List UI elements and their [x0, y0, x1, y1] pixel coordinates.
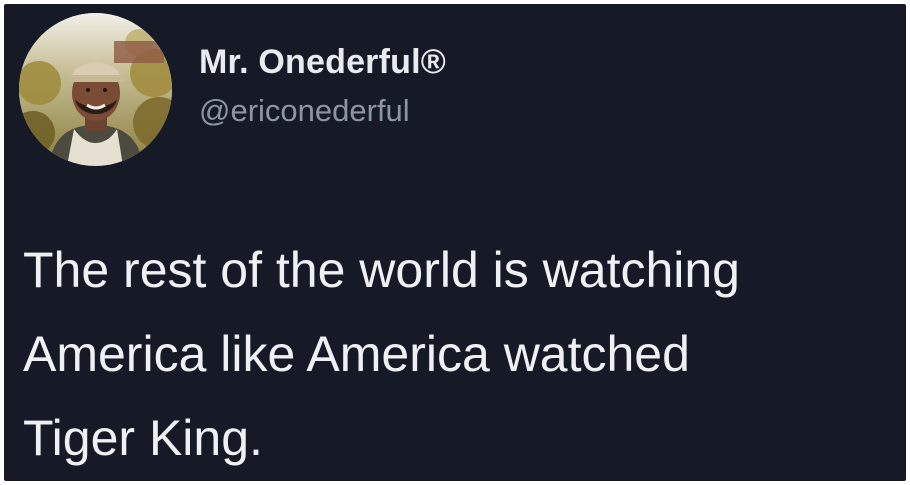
author-display-name[interactable]: Mr. Onederful®	[199, 42, 446, 82]
screenshot-frame: Mr. Onederful® @ericonederful The rest o…	[0, 0, 910, 485]
tweet-text-line: Tiger King.	[23, 410, 263, 466]
tweet-text: The rest of the world is watching Americ…	[23, 228, 903, 480]
tweet-text-line: America like America watched	[23, 326, 690, 382]
tweet-card: Mr. Onederful® @ericonederful The rest o…	[4, 4, 906, 481]
tweet-text-line: The rest of the world is watching	[23, 242, 740, 298]
profile-photo-icon	[19, 13, 172, 166]
avatar[interactable]	[19, 13, 172, 166]
author-handle[interactable]: @ericonederful	[199, 93, 410, 129]
